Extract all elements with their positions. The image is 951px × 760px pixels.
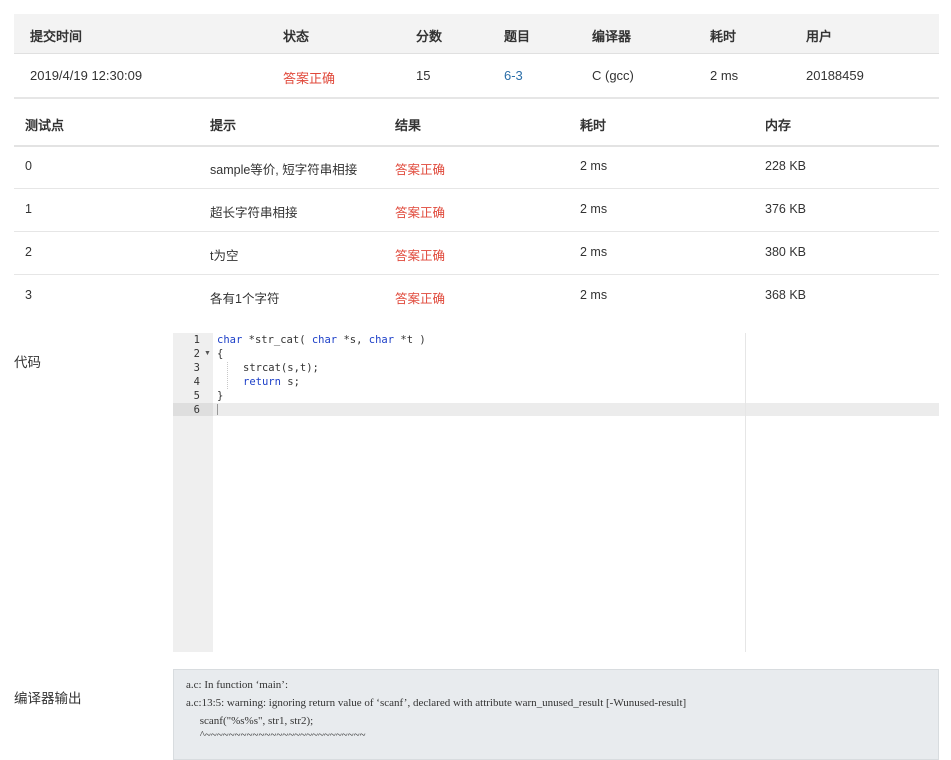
header-user: 用户: [806, 29, 833, 44]
user-id: 20188459: [806, 68, 864, 83]
code-line: strcat(s,t);: [243, 362, 319, 374]
output-line: scanf("%s%s", str1, str2);: [186, 715, 314, 727]
case-id: 3: [25, 288, 32, 302]
case-hint: 各有1个字符: [210, 292, 280, 306]
case-id: 1: [25, 202, 32, 216]
case-result: 答案正确: [395, 249, 446, 263]
case-id: 0: [25, 159, 32, 173]
fold-toggle-icon[interactable]: ▼: [204, 350, 211, 357]
line-number: 4: [193, 376, 200, 388]
elapsed-time: 2 ms: [710, 68, 739, 83]
keyword: char: [217, 334, 243, 346]
line-number: 5: [193, 390, 200, 402]
code-label: 代码: [14, 355, 41, 370]
output-line: a.c: In function ‘main’:: [186, 679, 289, 691]
header-case: 测试点: [25, 118, 65, 133]
case-time: 2 ms: [580, 202, 608, 216]
header-result: 结果: [395, 118, 422, 133]
code-line: return s;: [243, 376, 300, 388]
case-hint: 超长字符串相接: [210, 206, 298, 220]
case-id: 2: [25, 245, 32, 259]
summary-table-header: 提交时间 状态 分数 题目 编译器 耗时 用户: [14, 14, 939, 54]
case-memory: 376 KB: [765, 202, 807, 216]
code-line: char *str_cat( char *s, char *t ): [217, 334, 426, 346]
output-line: a.c:13:5: warning: ignoring return value…: [186, 697, 687, 709]
header-compiler: 编译器: [592, 29, 632, 44]
case-time: 2 ms: [580, 245, 608, 259]
case-memory: 368 KB: [765, 288, 807, 302]
testcase-table-header: 测试点 提示 结果 耗时 内存: [14, 99, 939, 147]
compiler-output-box: a.c: In function ‘main’: a.c:13:5: warni…: [173, 669, 939, 760]
header-hint: 提示: [210, 118, 237, 133]
line-number: 3: [193, 362, 200, 374]
case-result: 答案正确: [395, 292, 446, 306]
status-badge: 答案正确: [283, 71, 336, 86]
print-margin: [745, 333, 746, 652]
case-memory: 380 KB: [765, 245, 807, 259]
code-text: *s,: [337, 334, 369, 346]
submit-time: 2019/4/19 12:30:09: [30, 68, 143, 83]
output-line: ^~~~~~~~~~~~~~~~~~~~~~~~~~~~: [186, 729, 366, 741]
case-memory: 228 KB: [765, 159, 807, 173]
compiler-output-label: 编译器输出: [14, 691, 82, 706]
table-row: 3 各有1个字符 答案正确 2 ms 368 KB: [14, 275, 939, 317]
score: 15: [416, 68, 431, 83]
keyword: char: [311, 334, 338, 346]
case-result: 答案正确: [395, 206, 446, 220]
code-text: *t ): [394, 334, 426, 346]
code-text: s;: [280, 376, 300, 388]
keyword: char: [368, 334, 395, 346]
code-line: {: [217, 348, 224, 360]
table-row: 0 sample等价, 短字符串相接 答案正确 2 ms 228 KB: [14, 146, 939, 189]
case-time: 2 ms: [580, 159, 608, 173]
header-submit-time: 提交时间: [30, 29, 83, 44]
case-result: 答案正确: [395, 163, 446, 177]
header-score: 分数: [416, 29, 443, 44]
header-time: 耗时: [710, 29, 737, 44]
table-row: 2 t为空 答案正确 2 ms 380 KB: [14, 232, 939, 275]
header-tc-time: 耗时: [580, 118, 607, 133]
code-line: }: [217, 390, 224, 402]
keyword: return: [243, 376, 281, 388]
case-time: 2 ms: [580, 288, 608, 302]
text-cursor: [217, 404, 218, 415]
indent-guide: [227, 362, 229, 389]
table-row: 1 超长字符串相接 答案正确 2 ms 376 KB: [14, 189, 939, 232]
case-hint: sample等价, 短字符串相接: [210, 163, 358, 177]
line-number: 6: [193, 404, 200, 416]
submission-row: 2019/4/19 12:30:09 答案正确 15 6-3 C (gcc) 2…: [14, 54, 939, 99]
code-text: *str_cat(: [242, 334, 312, 346]
line-number: 2: [193, 348, 200, 360]
active-line-highlight: [213, 403, 939, 416]
header-problem: 题目: [504, 29, 531, 44]
header-memory: 内存: [765, 118, 792, 133]
header-status: 状态: [283, 29, 310, 44]
line-number: 1: [193, 334, 200, 346]
code-editor[interactable]: 1 2 ▼ 3 4 5 6 char *str_cat( char *s, ch…: [173, 333, 939, 652]
compiler: C (gcc): [592, 68, 634, 83]
problem-link[interactable]: 6-3: [504, 68, 523, 83]
case-hint: t为空: [210, 249, 239, 263]
